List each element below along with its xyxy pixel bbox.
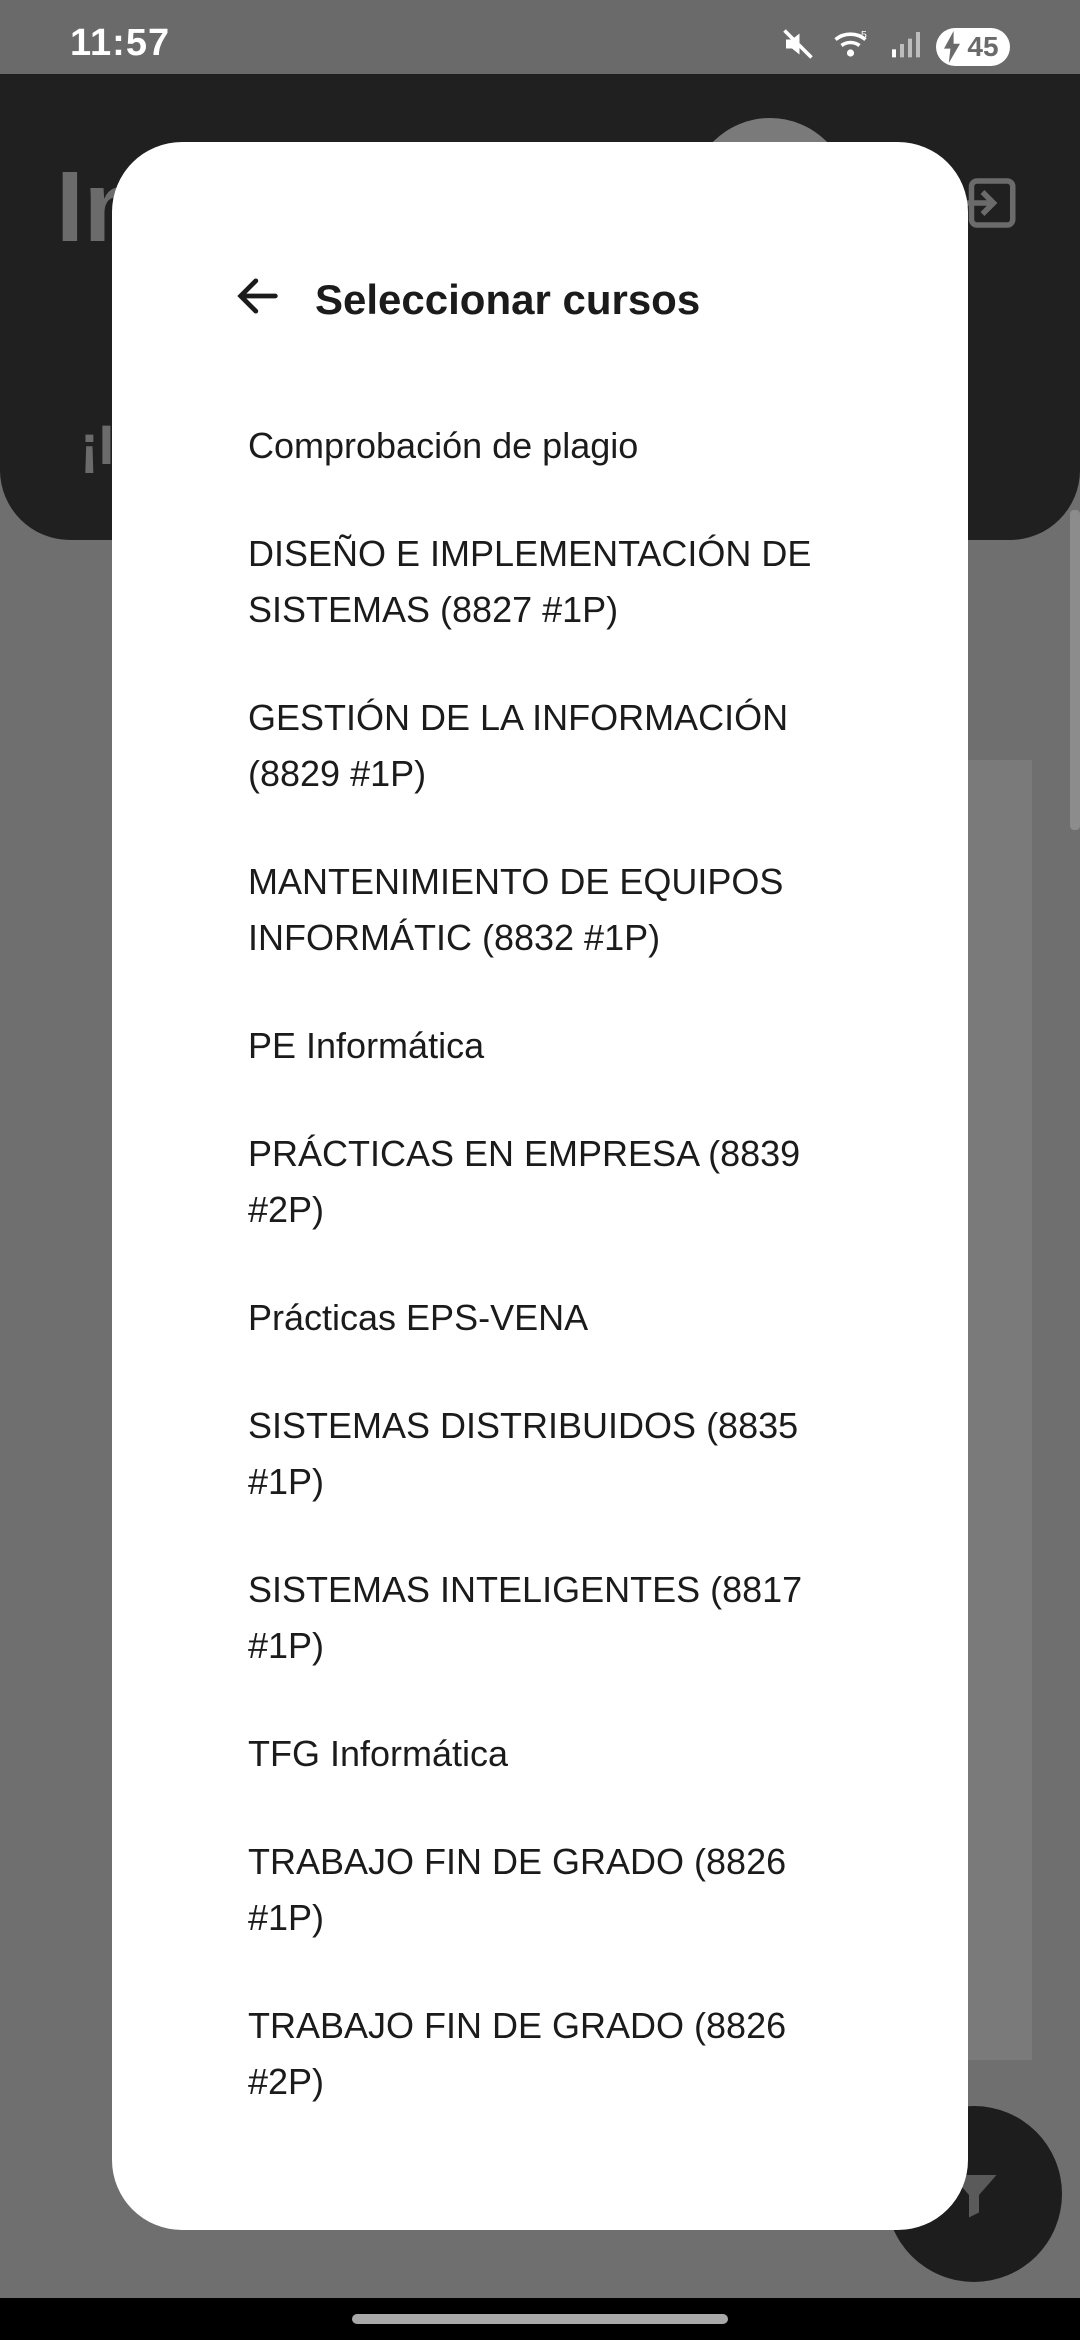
dialog-title: Seleccionar cursos bbox=[315, 276, 701, 323]
course-list: Comprobación de plagio DISEÑO E IMPLEMEN… bbox=[112, 400, 968, 2144]
course-item[interactable]: MANTENIMIENTO DE EQUIPOS INFORMÁTIC (883… bbox=[112, 836, 968, 1000]
select-courses-dialog: Seleccionar cursos Comprobación de plagi… bbox=[112, 142, 968, 2230]
signal-icon bbox=[888, 28, 920, 65]
navigation-bar bbox=[0, 2298, 1080, 2340]
course-item[interactable]: GESTIÓN DE LA INFORMACIÓN (8829 #1P) bbox=[112, 672, 968, 836]
course-item[interactable]: SISTEMAS INTELIGENTES (8817 #1P) bbox=[112, 1544, 968, 1708]
course-item[interactable]: Prácticas EPS-VENA bbox=[112, 1272, 968, 1380]
scrollbar[interactable] bbox=[1070, 510, 1080, 830]
home-handle[interactable] bbox=[352, 2314, 728, 2324]
arrow-left-icon bbox=[232, 270, 284, 327]
course-item[interactable]: SISTEMAS DISTRIBUIDOS (8835 #1P) bbox=[112, 1380, 968, 1544]
battery-charging-icon: 45 bbox=[936, 27, 1010, 66]
status-icons: 5 45 bbox=[780, 26, 1010, 67]
course-item[interactable]: DISEÑO E IMPLEMENTACIÓN DE SISTEMAS (882… bbox=[112, 508, 968, 672]
battery-level: 45 bbox=[967, 30, 999, 62]
wifi-icon: 5 bbox=[832, 26, 872, 67]
app-greeting: ¡I bbox=[80, 413, 115, 476]
course-item[interactable]: Comprobación de plagio bbox=[112, 400, 968, 508]
course-item[interactable]: TFG Informática bbox=[112, 1708, 968, 1816]
course-item[interactable]: TRABAJO FIN DE GRADO (8826 #1P) bbox=[112, 1816, 968, 1980]
mute-icon bbox=[780, 26, 816, 67]
status-time: 11:57 bbox=[70, 22, 171, 64]
course-item[interactable]: PE Informática bbox=[112, 1000, 968, 1108]
status-bar: 11:57 5 45 bbox=[0, 0, 1080, 74]
dialog-header: Seleccionar cursos bbox=[112, 246, 968, 356]
course-item[interactable]: PRÁCTICAS EN EMPRESA (8839 #2P) bbox=[112, 1108, 968, 1272]
svg-text:5: 5 bbox=[861, 29, 867, 41]
back-button[interactable] bbox=[208, 248, 308, 348]
course-item[interactable]: TRABAJO FIN DE GRADO (8826 #2P) bbox=[112, 1980, 968, 2144]
